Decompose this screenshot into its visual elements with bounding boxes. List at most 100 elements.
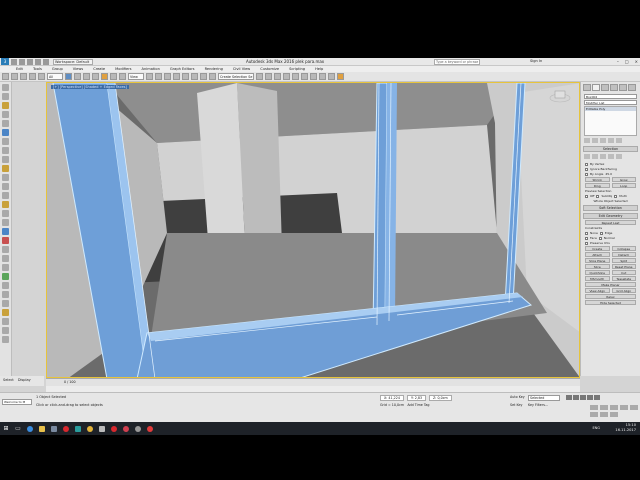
msmooth-button[interactable]: MSmooth (585, 276, 610, 281)
hierarchy-tab-icon[interactable] (601, 84, 609, 91)
tool-icon[interactable] (2, 300, 9, 307)
tool-icon[interactable] (2, 255, 9, 262)
view-align-button[interactable]: View Align (585, 288, 610, 293)
tool-icon[interactable] (2, 183, 9, 190)
3dsmax-taskbar-icon[interactable] (72, 423, 84, 434)
menu-group[interactable]: Group (52, 67, 63, 71)
zoom-extents-icon[interactable] (610, 405, 618, 410)
zoom-extents-all-icon[interactable] (620, 405, 628, 410)
create-tab-icon[interactable] (583, 84, 591, 91)
border-icon[interactable] (600, 154, 606, 159)
schematic-view-icon[interactable] (301, 73, 308, 80)
spinner-snap-icon[interactable] (200, 73, 207, 80)
set-key-button[interactable]: Set Key (510, 403, 522, 407)
tool-icon[interactable] (2, 336, 9, 343)
angle-value[interactable]: 45.0 (605, 172, 612, 176)
tool-icon[interactable] (2, 129, 9, 136)
mirror-icon[interactable] (256, 73, 263, 80)
maximize-viewport-icon[interactable] (610, 412, 618, 417)
tool-icon[interactable] (2, 318, 9, 325)
field-of-view-icon[interactable] (630, 405, 638, 410)
tool-icon[interactable] (2, 291, 9, 298)
auto-key-button[interactable]: Auto Key (510, 395, 525, 399)
tool-icon[interactable] (2, 327, 9, 334)
ring-button[interactable]: Ring (585, 183, 610, 188)
sign-in-link[interactable]: Sign In (530, 59, 542, 63)
material-editor-icon[interactable] (310, 73, 317, 80)
soft-selection-rollout-header[interactable]: Soft Selection (583, 205, 638, 211)
edge-browser-icon[interactable] (24, 423, 36, 434)
tool-icon[interactable] (2, 174, 9, 181)
slice-plane-button[interactable]: Slice Plane (585, 258, 610, 263)
tool-icon[interactable] (2, 201, 9, 208)
constraint-normal-radio[interactable] (598, 236, 602, 240)
redo-icon[interactable] (11, 73, 18, 80)
align-icon[interactable] (265, 73, 272, 80)
render-production-icon[interactable] (337, 73, 344, 80)
pin-stack-icon[interactable] (584, 138, 590, 143)
modifier-list-dropdown[interactable]: Modifier List (584, 100, 637, 105)
close-icon[interactable]: × (635, 59, 638, 64)
detach-button[interactable]: Detach (611, 252, 636, 257)
collapse-button[interactable]: Collapse (611, 246, 636, 251)
motion-tab-icon[interactable] (610, 84, 618, 91)
preview-multi-radio[interactable] (614, 194, 618, 198)
tool-icon[interactable] (2, 282, 9, 289)
menu-rendering[interactable]: Rendering (205, 67, 223, 71)
snaps-toggle-icon[interactable] (173, 73, 180, 80)
selection-filter-dropdown[interactable]: All (47, 73, 63, 80)
go-to-end-icon[interactable] (594, 395, 600, 400)
menu-modifiers[interactable]: Modifiers (115, 67, 131, 71)
cut-button[interactable]: Cut (611, 270, 636, 275)
workspace-dropdown[interactable]: Workspace: Default (53, 58, 93, 65)
stack-item[interactable]: Editable Poly (585, 107, 636, 111)
selection-rollout-header[interactable]: Selection (583, 146, 638, 152)
curve-editor-icon[interactable] (292, 73, 299, 80)
quickslice-button[interactable]: QuickSlice (585, 270, 610, 275)
tool-icon[interactable] (2, 237, 9, 244)
tab-display[interactable]: Display (18, 378, 31, 384)
tool-icon[interactable] (2, 309, 9, 316)
edit-named-selection-icon[interactable] (209, 73, 216, 80)
tool-icon[interactable] (2, 192, 9, 199)
tool-icon[interactable] (2, 219, 9, 226)
slice-button[interactable]: Slice (585, 264, 610, 269)
reset-plane-button[interactable]: Reset Plane (611, 264, 636, 269)
tool-icon[interactable] (2, 120, 9, 127)
by-angle-checkbox[interactable] (585, 172, 588, 176)
go-to-start-icon[interactable] (566, 395, 572, 400)
recorder-icon[interactable] (144, 423, 156, 434)
preview-subobj-radio[interactable] (596, 194, 600, 198)
constraint-face-radio[interactable] (585, 236, 588, 240)
tool-icon[interactable] (2, 111, 9, 118)
bind-space-warp-icon[interactable] (38, 73, 45, 80)
store-icon[interactable] (48, 423, 60, 434)
app-logo-icon[interactable]: 3 (1, 58, 9, 65)
viewport-label[interactable]: [+] [Perspective] [Shaded + Edged Faces] (51, 85, 129, 89)
search-input[interactable]: Type a keyword or phrase (434, 59, 480, 65)
file-explorer-icon[interactable] (36, 423, 48, 434)
remove-modifier-icon[interactable] (608, 138, 614, 143)
element-icon[interactable] (616, 154, 622, 159)
shrink-button[interactable]: Shrink (585, 177, 610, 182)
relax-button[interactable]: Relax (585, 294, 636, 299)
maxscript-listener-input[interactable]: Welcome to M (2, 399, 32, 405)
render-setup-icon[interactable] (319, 73, 326, 80)
select-and-manipulate-icon[interactable] (155, 73, 162, 80)
selection-region-icon[interactable] (83, 73, 90, 80)
split-button[interactable]: Split (611, 258, 636, 263)
tool-icon[interactable] (2, 84, 9, 91)
undo-icon[interactable] (35, 58, 41, 65)
new-icon[interactable] (11, 58, 17, 65)
tool-icon[interactable] (2, 165, 9, 172)
rendered-frame-window-icon[interactable] (328, 73, 335, 80)
menu-views[interactable]: Views (73, 67, 83, 71)
tool-icon[interactable] (2, 210, 9, 217)
hide-selected-button[interactable]: Hide Selected (585, 300, 636, 305)
keyboard-shortcut-icon[interactable] (164, 73, 171, 80)
vertex-icon[interactable] (584, 154, 590, 159)
loop-button[interactable]: Loop (611, 183, 636, 188)
viewcube-icon[interactable] (549, 89, 571, 103)
window-crossing-icon[interactable] (92, 73, 99, 80)
open-icon[interactable] (19, 58, 25, 65)
